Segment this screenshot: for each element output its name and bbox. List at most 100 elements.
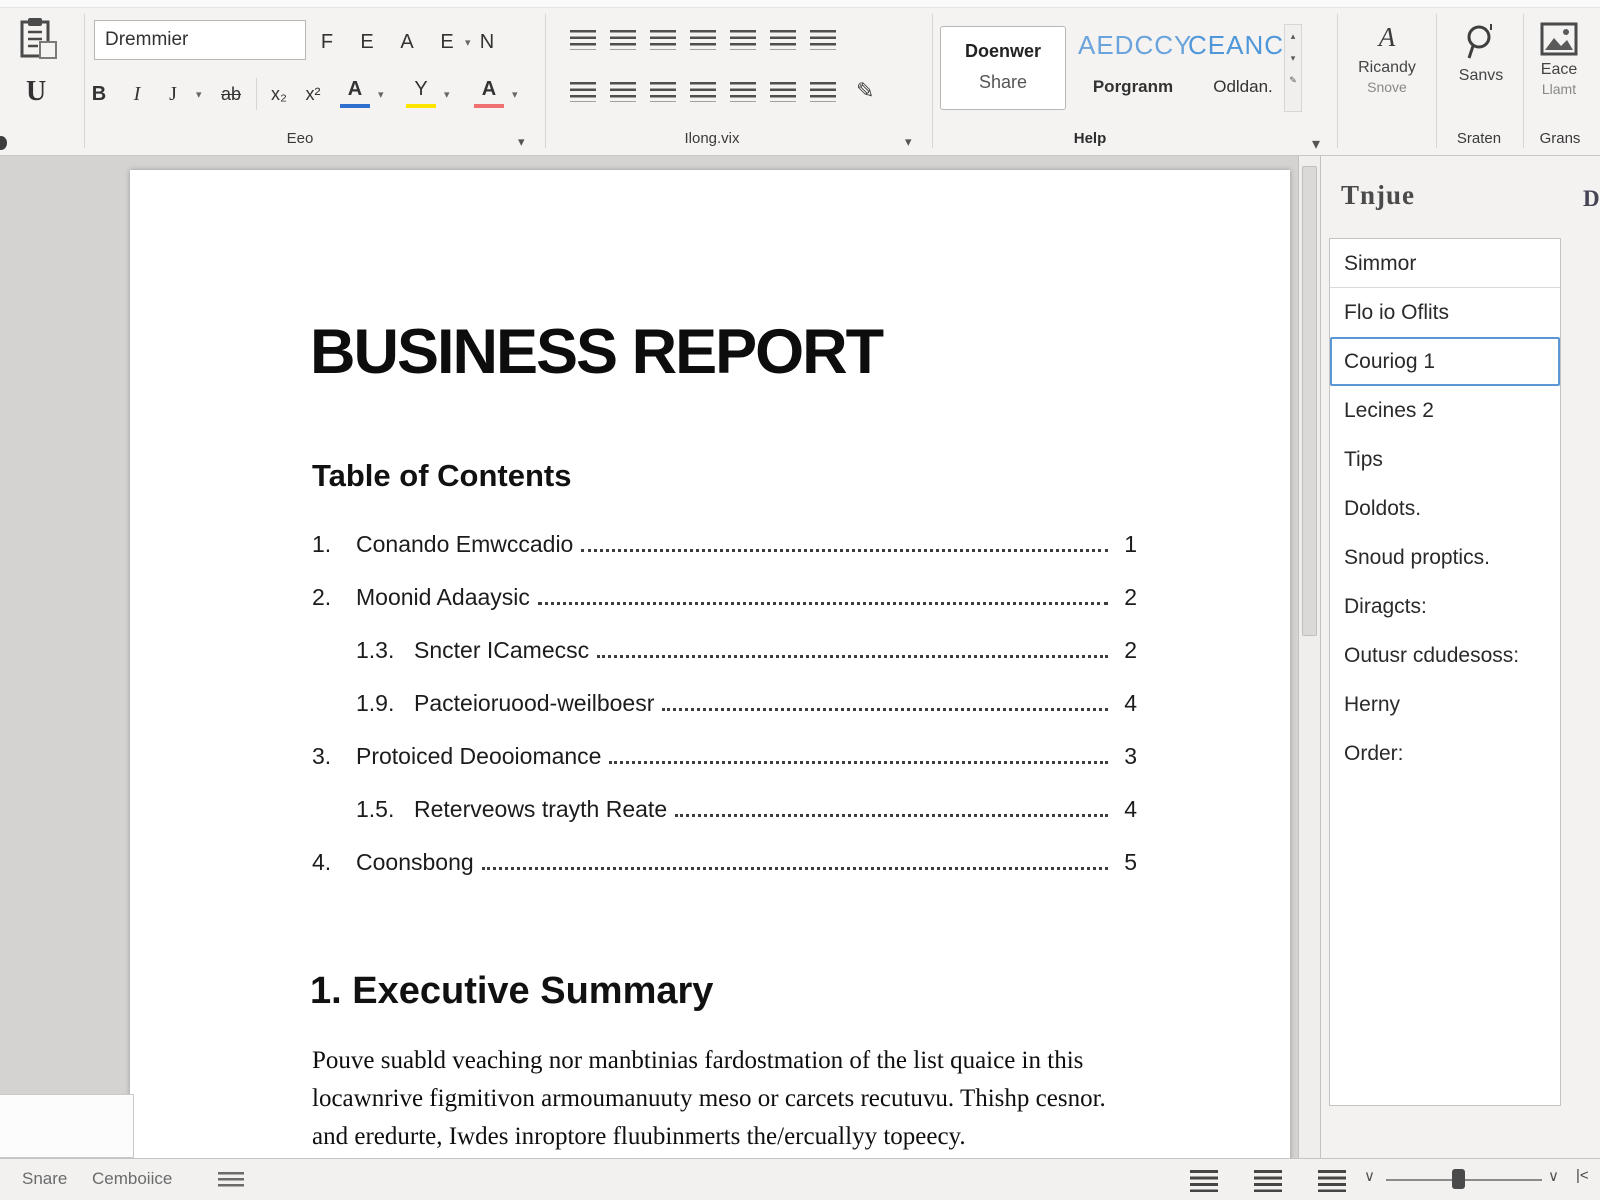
- style-list-item[interactable]: Snoud proptics.: [1330, 533, 1560, 582]
- outdent-icon[interactable]: [690, 30, 716, 50]
- line-spacing-icon[interactable]: [730, 82, 756, 102]
- paragraph-dialog-launcher[interactable]: ▾: [905, 134, 912, 150]
- style-list-item[interactable]: Outusr cdudesoss:: [1330, 631, 1560, 680]
- style-gallery-item[interactable]: AEDCCY Porgranm: [1078, 30, 1188, 97]
- font-name-select[interactable]: Dremmier: [94, 20, 306, 60]
- status-share-button[interactable]: Snare: [22, 1169, 67, 1189]
- italic-button[interactable]: I: [122, 76, 152, 112]
- justify-icon[interactable]: [690, 82, 716, 102]
- web-layout-view-icon[interactable]: [1318, 1170, 1346, 1192]
- gallery-more-icon[interactable]: ✎: [1285, 69, 1301, 91]
- search-button[interactable]: Sanvs: [1440, 22, 1522, 85]
- style-list-item[interactable]: Diragcts:: [1330, 582, 1560, 631]
- document-scrollbar[interactable]: [1298, 156, 1320, 1158]
- style-gallery-scrollbar[interactable]: ▴ ▾ ✎: [1284, 24, 1302, 112]
- align-left-icon[interactable]: [570, 82, 596, 102]
- style-list-item[interactable]: Simmor: [1330, 239, 1560, 288]
- toc-entry[interactable]: 1.3. Sncter ICamecsc 2: [312, 634, 1137, 664]
- document-canvas[interactable]: BUSINESS REPORT Table of Contents 1. Con…: [0, 156, 1298, 1158]
- style-list-item[interactable]: Flo io Oflits: [1330, 288, 1560, 337]
- image-tool-button[interactable]: Eace Llamt: [1524, 22, 1594, 97]
- font-color-button[interactable]: A: [340, 74, 370, 108]
- status-bar: Snare Cemboiice ∨ ∨ |<: [0, 1158, 1600, 1200]
- align-right-icon[interactable]: [650, 82, 676, 102]
- status-menu-icon[interactable]: [218, 1172, 244, 1188]
- toc-dot-leader: [662, 708, 1108, 711]
- zoom-in-icon[interactable]: ∨: [1548, 1167, 1559, 1185]
- style-list-item[interactable]: Couriog 1: [1330, 337, 1560, 386]
- subscript-button[interactable]: x₂: [264, 76, 294, 112]
- numbered-list-icon[interactable]: [610, 30, 636, 50]
- style-list-item[interactable]: Doldots.: [1330, 484, 1560, 533]
- tool-label-line2: Llamt: [1524, 81, 1594, 97]
- font-tool-button[interactable]: E: [432, 24, 462, 60]
- format-painter-icon[interactable]: ✎: [856, 78, 874, 104]
- body-paragraph[interactable]: Pouve suabld veaching nor manbtinias far…: [312, 1042, 1140, 1156]
- paste-icon[interactable]: [16, 16, 60, 67]
- chevron-down-icon[interactable]: ▾: [378, 88, 384, 101]
- multilevel-list-icon[interactable]: [650, 30, 676, 50]
- toc-entry-number: 1.: [312, 531, 356, 558]
- status-composite-button[interactable]: Cemboiice: [92, 1169, 172, 1189]
- indent-icon[interactable]: [730, 30, 756, 50]
- toc-entry[interactable]: 1. Conando Emwccadio 1: [312, 528, 1137, 558]
- chevron-down-icon[interactable]: ▾: [196, 88, 202, 101]
- toc-entry[interactable]: 4. Coonsbong 5: [312, 846, 1137, 876]
- align-center-icon[interactable]: [610, 82, 636, 102]
- sidebar-title: Tnjue: [1341, 180, 1415, 211]
- bullet-list-icon[interactable]: [570, 30, 596, 50]
- read-mode-view-icon[interactable]: [1190, 1170, 1218, 1192]
- sort-icon[interactable]: [770, 30, 796, 50]
- style-name: Porgranm: [1078, 77, 1188, 97]
- style-list-item[interactable]: Lecines 2: [1330, 386, 1560, 435]
- style-gallery-item[interactable]: CEANCE Odldan.: [1188, 30, 1298, 97]
- toc-entry-number: 1.5.: [356, 796, 414, 823]
- font-tool-button[interactable]: A: [392, 24, 422, 60]
- font-tool-button[interactable]: F: [312, 24, 342, 60]
- font-tool-button[interactable]: N: [472, 24, 502, 60]
- toc-dot-leader: [482, 867, 1108, 870]
- style-preview: AEDCCY: [1078, 30, 1188, 61]
- chevron-down-icon[interactable]: ▾: [512, 88, 518, 101]
- zoom-out-icon[interactable]: ∨: [1364, 1167, 1375, 1185]
- superscript-button[interactable]: x²: [298, 76, 328, 112]
- chevron-down-icon[interactable]: ▾: [465, 36, 471, 49]
- toc-dot-leader: [675, 814, 1108, 817]
- recently-saved-button[interactable]: A Ricandy Snove: [1342, 22, 1432, 95]
- share-button-line1: Doenwer: [941, 41, 1065, 62]
- canvas-corner-box: [0, 1094, 134, 1158]
- style-list-item[interactable]: Tips: [1330, 435, 1560, 484]
- gallery-down-icon[interactable]: ▾: [1285, 47, 1301, 69]
- sidebar-corner-label: D: [1583, 186, 1600, 212]
- highlight-button[interactable]: Y: [406, 74, 436, 108]
- text-effects-button[interactable]: A: [474, 74, 504, 108]
- underline-button[interactable]: U: [26, 76, 46, 108]
- style-list-item[interactable]: Order:: [1330, 729, 1560, 778]
- share-button[interactable]: Doenwer Share: [940, 26, 1066, 110]
- font-tool-button[interactable]: E: [352, 24, 382, 60]
- toc-entry[interactable]: 2. Moonid Adaaysic 2: [312, 581, 1137, 611]
- zoom-fit-label[interactable]: |<: [1576, 1167, 1589, 1184]
- toc-entry[interactable]: 1.9. Pacteioruood-weilboesr 4: [312, 687, 1137, 717]
- group-separator: [1436, 14, 1437, 148]
- toc-entry[interactable]: 3. Protoiced Deooiomance 3: [312, 740, 1137, 770]
- document-page[interactable]: BUSINESS REPORT Table of Contents 1. Con…: [130, 170, 1290, 1158]
- styles-dialog-launcher[interactable]: ▾: [1312, 134, 1320, 154]
- borders-icon[interactable]: [810, 82, 836, 102]
- paragraph-marks-icon[interactable]: [810, 30, 836, 50]
- font-dialog-launcher[interactable]: ▾: [518, 134, 525, 150]
- bold-button[interactable]: B: [84, 76, 114, 112]
- help-group-label: Help: [1000, 130, 1180, 152]
- toc-entry[interactable]: 1.5. Reterveows trayth Reate 4: [312, 793, 1137, 823]
- zoom-slider-handle[interactable]: [1452, 1169, 1465, 1189]
- underline-style-button[interactable]: J: [158, 76, 188, 112]
- chevron-down-icon[interactable]: ▾: [444, 88, 450, 101]
- search-icon: [1463, 49, 1499, 66]
- gallery-up-icon[interactable]: ▴: [1285, 25, 1301, 47]
- tool-label-line1: Eace: [1524, 61, 1594, 79]
- strikethrough-button[interactable]: ab: [212, 76, 250, 112]
- scrollbar-thumb[interactable]: [1302, 166, 1317, 636]
- shading-icon[interactable]: [770, 82, 796, 102]
- style-list-item[interactable]: Herny: [1330, 680, 1560, 729]
- print-layout-view-icon[interactable]: [1254, 1170, 1282, 1192]
